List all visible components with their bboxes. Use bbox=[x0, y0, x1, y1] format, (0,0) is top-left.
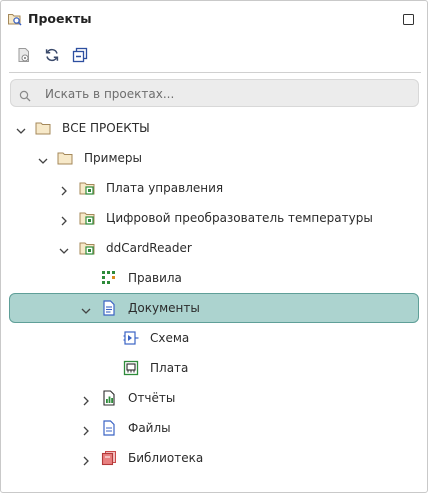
search-input[interactable] bbox=[43, 83, 407, 105]
tree-item-all-projects[interactable]: ВСЕ ПРОЕКТЫ bbox=[1, 113, 427, 143]
tree-item-files[interactable]: Файлы bbox=[1, 413, 427, 443]
project-folder-icon bbox=[79, 240, 95, 256]
projects-panel: Проекты Искать в проектах... ВСЕ ПРОЕКТЫ… bbox=[0, 0, 428, 493]
tree-item-board[interactable]: Плата bbox=[1, 353, 427, 383]
tree-item-rules[interactable]: Правила bbox=[1, 263, 427, 293]
refresh-icon bbox=[45, 48, 59, 62]
tree-item-label: Файлы bbox=[128, 421, 171, 435]
tree-item-label: ddCardReader bbox=[106, 241, 192, 255]
project-folder-icon bbox=[79, 210, 95, 226]
tree-item-label: Схема bbox=[150, 331, 190, 345]
tree-item-label: Плата bbox=[150, 361, 189, 375]
chevron-right-icon[interactable] bbox=[58, 212, 70, 226]
tree-item-ddcardreader[interactable]: ddCardReader bbox=[1, 233, 427, 263]
chevron-right-icon[interactable] bbox=[80, 422, 92, 436]
project-file-icon bbox=[18, 48, 29, 62]
documents-icon bbox=[101, 300, 117, 316]
collapse-all-button[interactable] bbox=[70, 45, 90, 65]
tree-item-library[interactable]: Библиотека bbox=[1, 443, 427, 473]
chevron-down-icon[interactable] bbox=[80, 302, 92, 314]
tree-item-label: Правила bbox=[128, 271, 182, 285]
maximize-button[interactable] bbox=[403, 14, 414, 25]
tree-item-temperature-converter[interactable]: Цифровой преобразователь температуры bbox=[1, 203, 427, 233]
folder-icon bbox=[57, 150, 73, 166]
refresh-button[interactable] bbox=[42, 45, 62, 65]
library-icon bbox=[101, 450, 117, 466]
panel-header: Проекты bbox=[1, 1, 427, 37]
tree-item-label: Отчёты bbox=[128, 391, 176, 405]
tree-item-control-board[interactable]: Плата управления bbox=[1, 173, 427, 203]
chevron-down-icon[interactable] bbox=[15, 122, 27, 134]
chevron-right-icon[interactable] bbox=[58, 182, 70, 196]
rules-icon bbox=[101, 270, 117, 286]
toolbar-divider bbox=[9, 72, 421, 73]
tree-item-label: Библиотека bbox=[128, 451, 204, 465]
panel-title: Проекты bbox=[28, 11, 92, 26]
folder-icon bbox=[35, 120, 51, 136]
schematic-icon bbox=[123, 330, 139, 346]
search-icon bbox=[19, 87, 31, 106]
tree-item-documents[interactable]: Документы bbox=[9, 293, 419, 323]
collapse-all-icon bbox=[72, 47, 88, 63]
toolbar bbox=[1, 45, 427, 67]
file-icon bbox=[101, 420, 117, 436]
chevron-down-icon[interactable] bbox=[37, 152, 49, 164]
chevron-down-icon[interactable] bbox=[58, 242, 70, 254]
pcb-icon bbox=[123, 360, 139, 376]
tree-item-label: ВСЕ ПРОЕКТЫ bbox=[62, 121, 150, 135]
tree-item-label: Плата управления bbox=[106, 181, 224, 195]
tree-item-schematic[interactable]: Схема bbox=[1, 323, 427, 353]
report-icon bbox=[101, 390, 117, 406]
search-box[interactable] bbox=[10, 79, 419, 107]
tree-item-examples[interactable]: Примеры bbox=[1, 143, 427, 173]
new-project-button[interactable] bbox=[14, 45, 34, 65]
chevron-right-icon[interactable] bbox=[80, 452, 92, 466]
project-folder-icon bbox=[79, 180, 95, 196]
tree-item-label: Документы bbox=[128, 301, 200, 315]
chevron-right-icon[interactable] bbox=[80, 392, 92, 406]
tree-item-label: Цифровой преобразователь температуры bbox=[106, 211, 373, 225]
tree-item-label: Примеры bbox=[84, 151, 142, 165]
projects-panel-icon bbox=[7, 11, 23, 27]
tree-item-reports[interactable]: Отчёты bbox=[1, 383, 427, 413]
